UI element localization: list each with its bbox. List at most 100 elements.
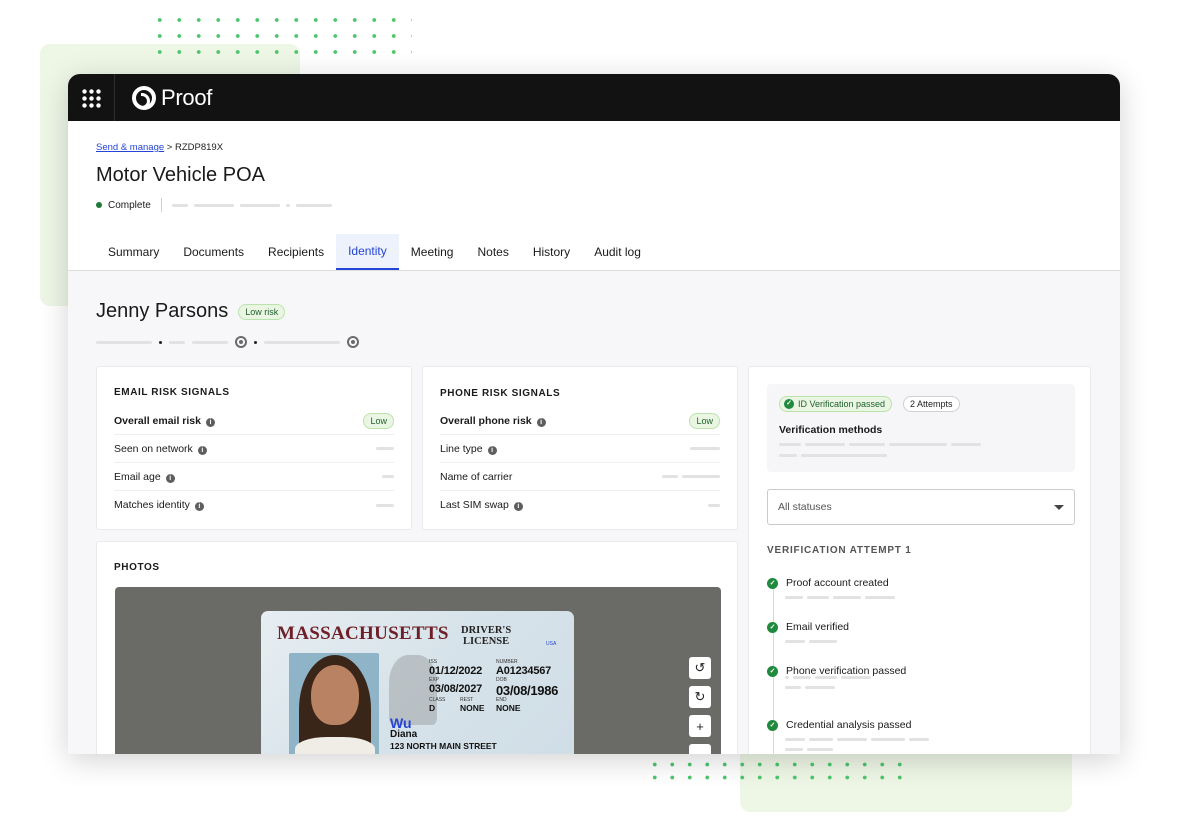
- placeholder-bar: [682, 475, 720, 478]
- placeholder-row: [779, 454, 887, 457]
- id-country: USA: [546, 641, 557, 647]
- breadcrumb-separator: >: [166, 142, 173, 153]
- risk-badge: Low risk: [238, 303, 286, 320]
- check-icon: ✓: [767, 665, 778, 677]
- signer-header: Jenny Parsons Low risk: [96, 300, 286, 323]
- risk-row-sim-swap: Last SIM swap i: [440, 491, 720, 519]
- id-photo-viewer[interactable]: MASSACHUSETTS DRIVER'S LICENSE USA ISS 0…: [115, 587, 721, 754]
- info-icon[interactable]: i: [197, 445, 207, 455]
- timeline-step: ✓ Email verified: [767, 621, 849, 633]
- separator-dot: [159, 340, 162, 344]
- reveal-eye-icon[interactable]: [347, 336, 359, 348]
- breadcrumb-link-send-manage[interactable]: Send & manage: [96, 142, 164, 153]
- risk-label: Seen on network: [114, 442, 193, 455]
- id-rest: REST NONE: [460, 697, 485, 713]
- tab-meeting[interactable]: Meeting: [399, 234, 466, 270]
- attempt-title: VERIFICATION ATTEMPT 1: [767, 545, 912, 556]
- email-risk-title: EMAIL RISK SIGNALS: [114, 387, 230, 398]
- placeholder-bar: [193, 203, 234, 207]
- placeholder-bar: [662, 475, 678, 478]
- tab-notes[interactable]: Notes: [465, 234, 520, 270]
- id-exp: EXP 03/08/2027: [429, 677, 483, 695]
- risk-row-overall-email: Overall email risk i Low: [114, 407, 394, 435]
- placeholder-row: [785, 748, 833, 751]
- info-icon[interactable]: i: [205, 417, 215, 427]
- verification-panel: ✓ ID Verification passed 2 Attempts Veri…: [748, 366, 1091, 754]
- risk-value-badge: Low: [363, 412, 394, 429]
- placeholder-bar: [690, 447, 720, 450]
- risk-row-seen-on-network: Seen on network i: [114, 435, 394, 463]
- rotate-right-button[interactable]: ↻: [689, 686, 711, 708]
- risk-label: Overall phone risk: [440, 414, 532, 427]
- id-iss: ISS 01/12/2022: [429, 659, 483, 677]
- risk-row-matches-identity: Matches identity i: [114, 491, 394, 519]
- risk-row-line-type: Line type i: [440, 435, 720, 463]
- verification-methods-title: Verification methods: [779, 424, 883, 436]
- placeholder-bar: [192, 340, 228, 344]
- info-icon[interactable]: i: [194, 502, 204, 511]
- attempts-badge: 2 Attempts: [903, 396, 960, 412]
- check-icon: ✓: [767, 577, 778, 589]
- tab-history[interactable]: History: [521, 234, 582, 270]
- tab-audit-log[interactable]: Audit log: [582, 234, 653, 270]
- rotate-left-button[interactable]: ↺: [689, 657, 711, 679]
- brand-logo[interactable]: Proof: [132, 85, 212, 111]
- placeholder-bar: [382, 475, 394, 478]
- tab-recipients[interactable]: Recipients: [256, 234, 336, 270]
- breadcrumb: Send & manage > RZDP819X: [96, 142, 223, 153]
- check-icon: ✓: [784, 399, 794, 409]
- verification-methods-box: ✓ ID Verification passed 2 Attempts Veri…: [767, 384, 1075, 472]
- risk-label: Email age: [114, 470, 161, 483]
- placeholder-bar: [376, 447, 394, 450]
- app-launcher-button[interactable]: [68, 74, 115, 121]
- id-state: MASSACHUSETTS: [277, 623, 449, 644]
- placeholder-row: [785, 738, 929, 741]
- risk-label: Matches identity: [114, 499, 190, 511]
- id-dob: DOB 03/08/1986: [496, 677, 559, 698]
- placeholder-bar: [239, 203, 280, 207]
- rotate-left-icon: ↺: [694, 660, 706, 675]
- reveal-eye-icon[interactable]: [235, 336, 247, 348]
- status-line: Complete: [96, 198, 332, 212]
- id-class: CLASS D: [429, 697, 446, 713]
- info-icon[interactable]: i: [487, 445, 497, 455]
- info-icon[interactable]: i: [536, 417, 546, 427]
- placeholder-row: [785, 686, 835, 689]
- check-icon: ✓: [767, 719, 778, 731]
- id-type: DRIVER'S LICENSE: [461, 625, 512, 647]
- status-filter-select[interactable]: All statuses: [767, 489, 1075, 525]
- divider: [160, 198, 162, 212]
- risk-row-overall-phone: Overall phone risk i Low: [440, 407, 720, 435]
- page-title: Motor Vehicle POA: [96, 164, 265, 186]
- timeline-step: ✓ Proof account created: [767, 577, 889, 589]
- zoom-out-button[interactable]: [689, 744, 711, 754]
- tab-documents[interactable]: Documents: [171, 234, 256, 270]
- grid-icon: [81, 87, 101, 108]
- placeholder-bar: [96, 340, 152, 344]
- placeholder-bar: [264, 340, 340, 344]
- brand-name: Proof: [161, 84, 213, 110]
- tab-bar: Summary Documents Recipients Identity Me…: [96, 234, 653, 270]
- id-end: END NONE: [496, 697, 521, 713]
- email-risk-card: EMAIL RISK SIGNALS Overall email risk i L…: [96, 366, 412, 530]
- tab-summary[interactable]: Summary: [96, 234, 171, 270]
- id-address: 123 NORTH MAIN STREET: [390, 741, 497, 751]
- app-window: Proof Send & manage > RZDP819X Motor Veh…: [68, 74, 1120, 754]
- zoom-in-button[interactable]: +: [689, 715, 711, 737]
- decorative-dots-top: [150, 12, 412, 64]
- timeline-step: ✓ Credential analysis passed: [767, 719, 912, 731]
- zoom-in-icon: +: [696, 718, 704, 734]
- id-portrait: [289, 653, 379, 754]
- info-icon[interactable]: i: [513, 502, 523, 511]
- photos-title: PHOTOS: [114, 562, 160, 573]
- id-number: NUMBER A01234567: [496, 659, 552, 677]
- placeholder-row: [785, 676, 871, 679]
- placeholder-bar: [376, 503, 394, 507]
- status-filter-value: All statuses: [778, 501, 832, 513]
- tab-identity[interactable]: Identity: [336, 234, 399, 270]
- placeholder-row: [779, 443, 981, 446]
- info-icon[interactable]: i: [165, 473, 175, 483]
- check-icon: ✓: [767, 621, 778, 633]
- signer-meta: [96, 336, 359, 348]
- photos-card: PHOTOS MASSACHUSETTS DRIVER'S LICENSE US…: [96, 541, 738, 754]
